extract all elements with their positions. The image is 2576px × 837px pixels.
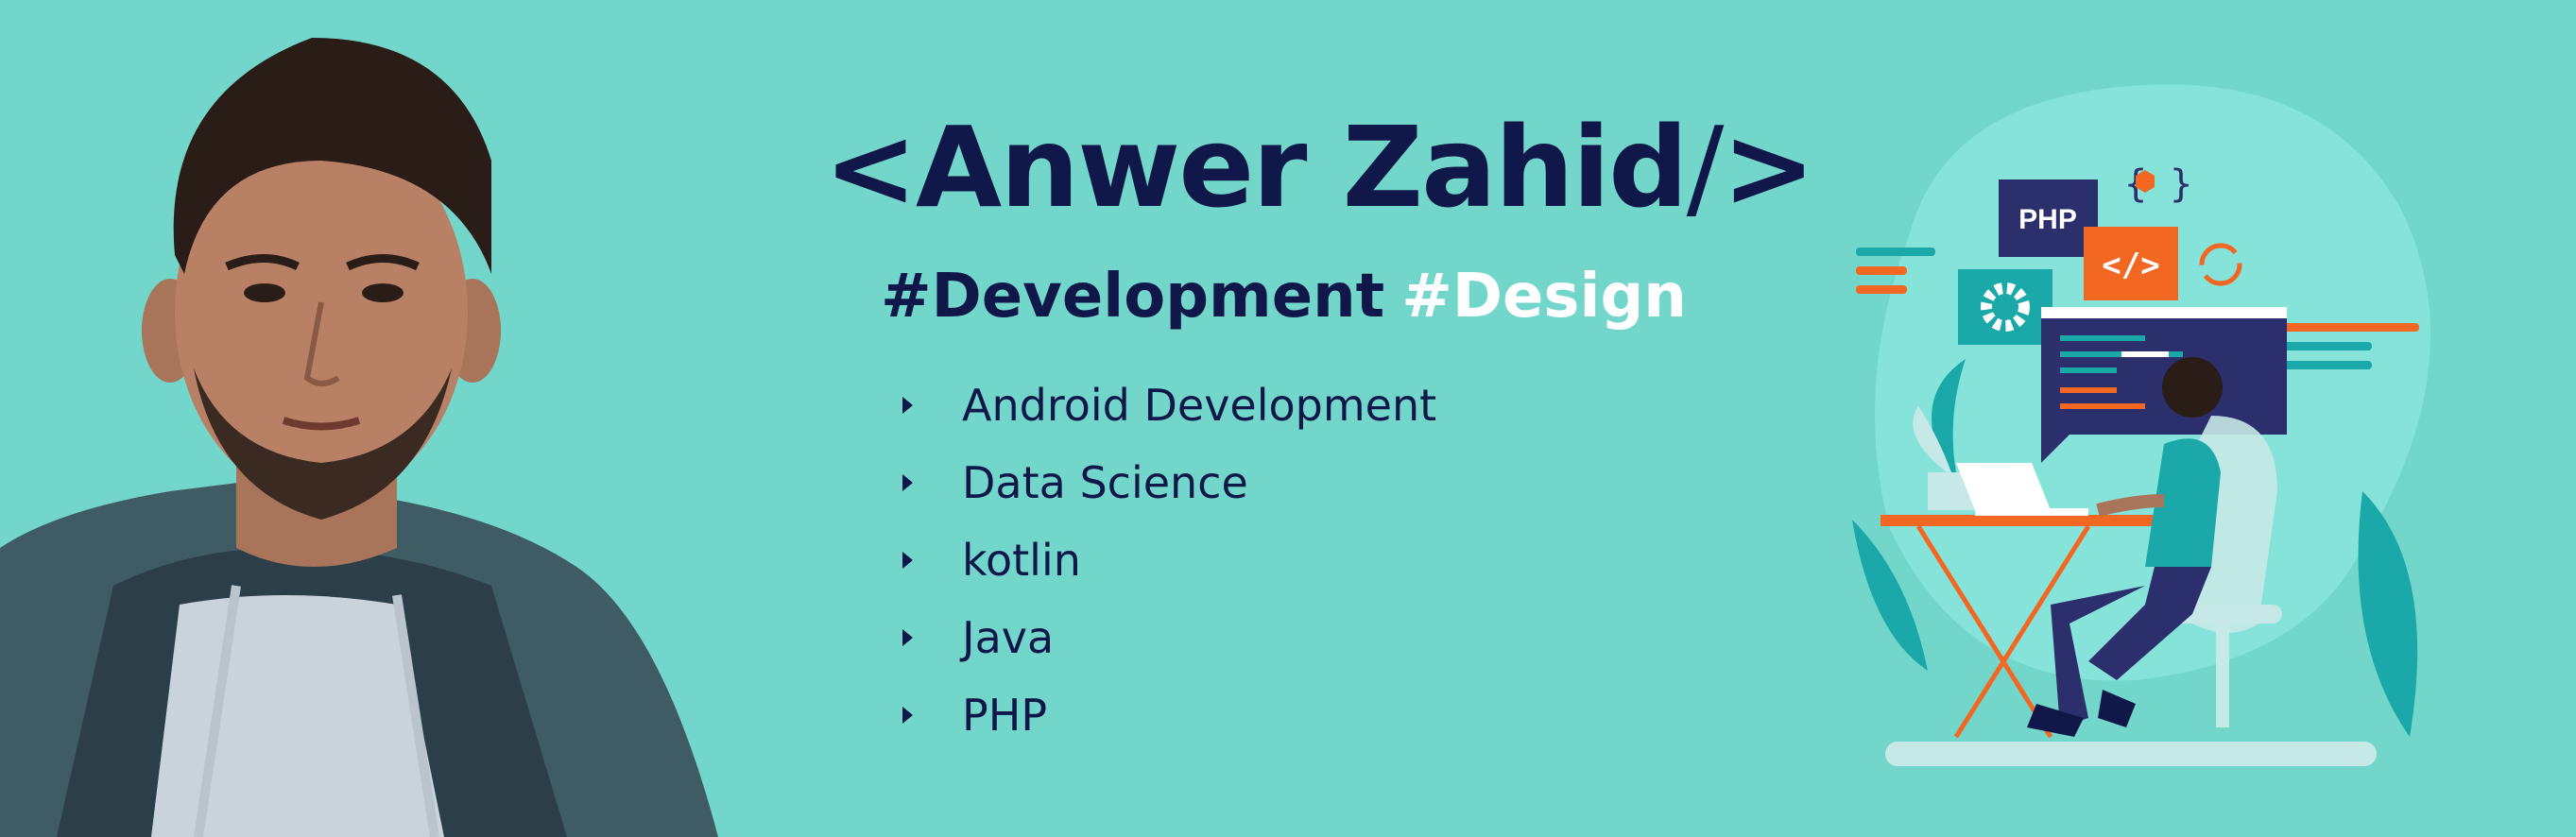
bullet-icon: [902, 552, 913, 569]
skill-item: PHP: [902, 676, 1436, 754]
skill-label: Data Science: [962, 457, 1248, 508]
title-open-tag: <Anwer Zahid: [824, 102, 1689, 232]
braces-label: { }: [2124, 162, 2192, 206]
bullet-icon: [902, 474, 913, 491]
skill-item: Data Science: [902, 444, 1436, 521]
code-badge-label: </>: [2102, 247, 2159, 284]
php-badge-label: PHP: [2018, 204, 2077, 235]
page-title: <Anwer Zahid/>: [824, 111, 1815, 223]
bullet-icon: [902, 397, 913, 414]
title-slash: /: [1686, 102, 1725, 232]
skill-item: kotlin: [902, 521, 1436, 599]
hashtags: #Development #Design: [881, 266, 1687, 327]
bullet-icon: [902, 629, 913, 646]
skill-label: kotlin: [962, 535, 1081, 586]
skill-label: Android Development: [962, 380, 1437, 431]
profile-banner: <Anwer Zahid/> #Development #Design Andro…: [0, 0, 2576, 837]
hashtag-design: #Design: [1401, 262, 1687, 332]
gear-icon: [1958, 269, 2052, 345]
php-badge: PHP: [1999, 179, 2098, 257]
skill-label: Java: [962, 612, 1055, 663]
profile-photo: [0, 38, 718, 837]
skill-item: Android Development: [902, 367, 1436, 444]
skills-list: Android Development Data Science kotlin …: [902, 367, 1436, 754]
code-icon: </>: [2084, 227, 2178, 300]
developer-illustration: PHP { } </>: [1852, 84, 2430, 766]
hashtag-development: #Development: [881, 262, 1385, 332]
skill-label: PHP: [962, 690, 1048, 741]
title-close-tag: >: [1722, 102, 1815, 232]
skill-item: Java: [902, 599, 1436, 676]
bullet-icon: [902, 707, 913, 724]
hexagon-icon: { }: [2124, 162, 2192, 206]
